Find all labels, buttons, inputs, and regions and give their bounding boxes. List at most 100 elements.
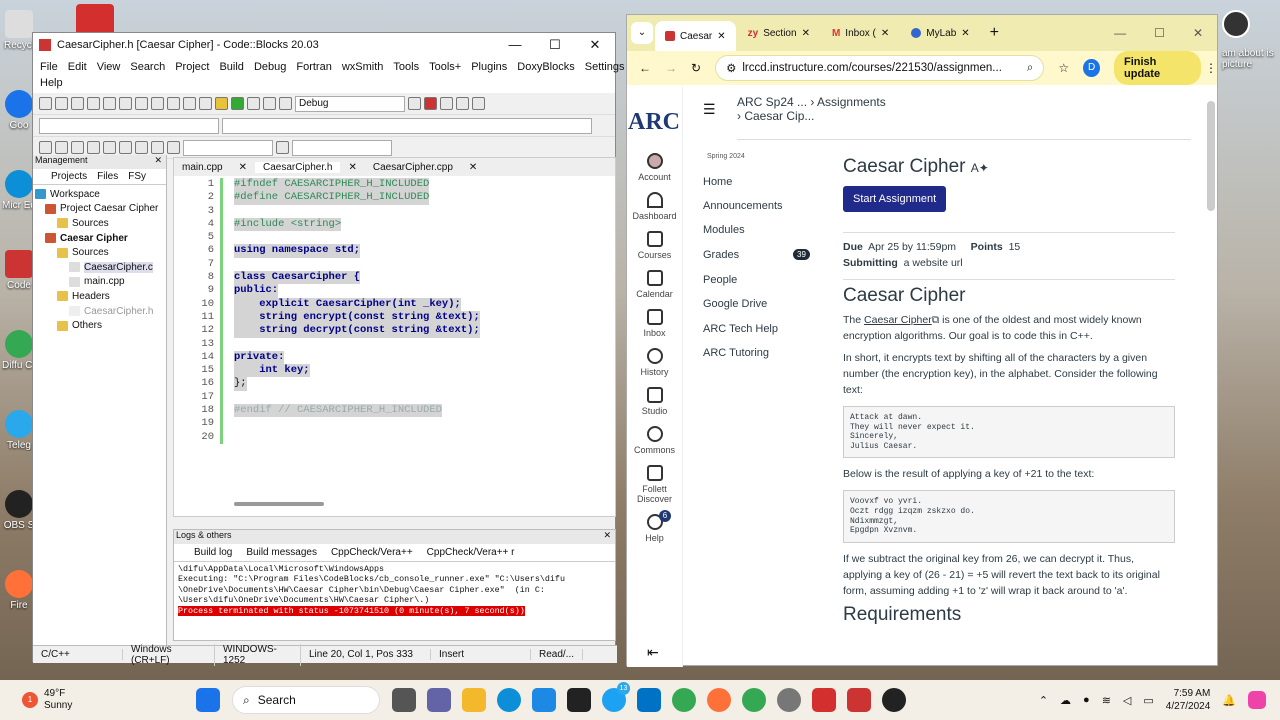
tb-icon-e[interactable] bbox=[103, 141, 116, 154]
tb-icon-a[interactable] bbox=[39, 141, 52, 154]
cut-icon[interactable] bbox=[135, 97, 148, 110]
tab-close-icon[interactable]: ✕ bbox=[802, 28, 810, 39]
course-nav-google-drive[interactable]: Google Drive bbox=[703, 298, 767, 310]
replace-icon[interactable] bbox=[199, 97, 212, 110]
file-explorer-icon[interactable] bbox=[462, 688, 486, 712]
nav-studio[interactable]: Studio bbox=[627, 387, 682, 416]
editor-tab-close-icon[interactable]: ✕ bbox=[231, 162, 255, 173]
code-line[interactable]: 13 bbox=[174, 337, 615, 351]
undo-icon[interactable] bbox=[103, 97, 116, 110]
notification-bell-icon[interactable]: 🔔 bbox=[1222, 694, 1236, 707]
menu-view[interactable]: View bbox=[97, 61, 121, 73]
debug-icon[interactable] bbox=[424, 97, 437, 110]
code-line[interactable]: 10 explicit CaesarCipher(int _key); bbox=[174, 297, 615, 311]
tree-item[interactable]: Headers bbox=[35, 289, 166, 304]
menu-edit[interactable]: Edit bbox=[68, 61, 87, 73]
open-icon[interactable] bbox=[55, 97, 68, 110]
editor-tab-close-icon[interactable]: ✕ bbox=[340, 162, 364, 173]
onedrive-icon[interactable]: ☁ bbox=[1060, 694, 1071, 707]
symbol-select[interactable] bbox=[222, 117, 592, 134]
management-close-icon[interactable]: ✕ bbox=[154, 155, 166, 169]
code-line[interactable]: 19 bbox=[174, 417, 615, 431]
weather-widget[interactable]: 1 49°F Sunny bbox=[0, 688, 170, 712]
tree-item[interactable]: Project Caesar Cipher bbox=[35, 202, 166, 217]
nav-history[interactable]: History bbox=[627, 348, 682, 377]
copy-icon[interactable] bbox=[151, 97, 164, 110]
new-tab-icon[interactable]: + bbox=[982, 24, 999, 42]
immersive-reader-icon[interactable]: A✦ bbox=[971, 161, 989, 175]
code-line[interactable]: 14 private: bbox=[174, 350, 615, 365]
menu-build[interactable]: Build bbox=[219, 61, 243, 73]
breadcrumb-course[interactable]: ARC Sp24 ... bbox=[737, 95, 807, 109]
browser-close-button[interactable]: ✕ bbox=[1193, 26, 1203, 40]
tab-cppcheck[interactable]: CppCheck/Vera++ bbox=[331, 547, 413, 558]
code-line[interactable]: 8 class CaesarCipher { bbox=[174, 271, 615, 285]
firefox-icon[interactable] bbox=[707, 688, 731, 712]
tb-icon-c[interactable] bbox=[71, 141, 84, 154]
obs-icon[interactable] bbox=[882, 688, 906, 712]
page-scrollbar[interactable] bbox=[1207, 101, 1215, 211]
doxy-run-icon[interactable] bbox=[276, 141, 289, 154]
editor-hscrollbar[interactable] bbox=[234, 502, 324, 506]
arc-logo[interactable]: ARC bbox=[627, 91, 681, 143]
reload-icon[interactable]: ↻ bbox=[691, 61, 701, 75]
save-icon[interactable] bbox=[71, 97, 84, 110]
course-nav-home[interactable]: Home bbox=[703, 176, 732, 188]
tb-icon-f[interactable] bbox=[119, 141, 132, 154]
nav-follett[interactable]: Follett Discover bbox=[627, 465, 682, 504]
chrome-icon[interactable] bbox=[672, 688, 696, 712]
chrome-profile-icon[interactable] bbox=[742, 688, 766, 712]
finish-update-button[interactable]: Finish update bbox=[1114, 51, 1201, 85]
build-target-select[interactable]: Debug bbox=[295, 95, 405, 112]
codeblocks-desktop-icon[interactable]: Code bbox=[2, 250, 36, 291]
code-line[interactable]: 17 bbox=[174, 390, 615, 405]
bookmark-star-icon[interactable]: ☆ bbox=[1058, 61, 1069, 75]
abort-icon[interactable] bbox=[279, 97, 292, 110]
tab-build-log[interactable]: Build log bbox=[194, 547, 232, 558]
tab-build-messages[interactable]: Build messages bbox=[246, 547, 317, 558]
doxy-select-2[interactable] bbox=[292, 139, 392, 156]
menu-plugins[interactable]: Plugins bbox=[471, 61, 507, 73]
clock[interactable]: 7:59 AM 4/27/2024 bbox=[1166, 687, 1211, 713]
edge-icon[interactable] bbox=[497, 688, 521, 712]
task-view-icon[interactable] bbox=[392, 688, 416, 712]
new-file-icon[interactable] bbox=[39, 97, 52, 110]
nav-inbox[interactable]: Inbox bbox=[627, 309, 682, 338]
code-line[interactable]: 1 #ifndef CAESARCIPHER_H_INCLUDED bbox=[174, 178, 615, 192]
editor-tab-close-icon[interactable]: ✕ bbox=[461, 162, 485, 173]
menu-debug[interactable]: Debug bbox=[254, 61, 286, 73]
menu-doxyblocks[interactable]: DoxyBlocks bbox=[517, 61, 574, 73]
tab-files[interactable]: Files bbox=[97, 171, 118, 182]
code-line[interactable]: 11 string encrypt(const string &text); bbox=[174, 310, 615, 325]
tab-cppcheck-2[interactable]: CppCheck/Vera++ r bbox=[427, 547, 515, 558]
chrome-desktop-icon[interactable]: Diffu Chro bbox=[2, 330, 36, 371]
editor-tab-source[interactable]: CaesarCipher.cpp bbox=[365, 162, 461, 173]
browser-tab-mylab[interactable]: MyLab ✕ bbox=[901, 20, 979, 46]
tree-item[interactable]: CaesarCipher.h bbox=[35, 304, 166, 319]
acrobat-icon[interactable] bbox=[812, 688, 836, 712]
battery-icon[interactable]: ▭ bbox=[1143, 694, 1153, 707]
firefox-desktop-icon[interactable]: Fire bbox=[2, 570, 36, 611]
code-line[interactable]: 5 bbox=[174, 231, 615, 245]
microphone-icon[interactable]: ● bbox=[1083, 694, 1090, 706]
desktop-widget-icon[interactable] bbox=[1222, 10, 1250, 38]
menu-help[interactable]: Help bbox=[40, 77, 63, 89]
course-nav-modules[interactable]: Modules bbox=[703, 224, 745, 236]
build-run-icon[interactable] bbox=[247, 97, 260, 110]
editor-tab-header[interactable]: CaesarCipher.h bbox=[254, 161, 341, 173]
code-line[interactable]: 7 bbox=[174, 257, 615, 272]
teams-icon[interactable] bbox=[427, 688, 451, 712]
run-icon[interactable] bbox=[231, 97, 244, 110]
tree-item[interactable]: Others bbox=[35, 318, 166, 333]
debug-next-icon[interactable] bbox=[456, 97, 469, 110]
tree-item[interactable]: Caesar Cipher bbox=[35, 231, 166, 246]
course-nav-announcements[interactable]: Announcements bbox=[703, 200, 783, 212]
code-line[interactable]: 16}; bbox=[174, 377, 615, 391]
code-line[interactable]: 3 bbox=[174, 204, 615, 218]
code-line[interactable]: 4 #include <string> bbox=[174, 217, 615, 232]
tab-projects[interactable]: Projects bbox=[51, 171, 87, 182]
course-nav-grades[interactable]: Grades bbox=[703, 249, 739, 261]
nav-help[interactable]: Help 6 bbox=[627, 510, 682, 543]
redo-icon[interactable] bbox=[119, 97, 132, 110]
menu-fortran[interactable]: Fortran bbox=[296, 61, 331, 73]
